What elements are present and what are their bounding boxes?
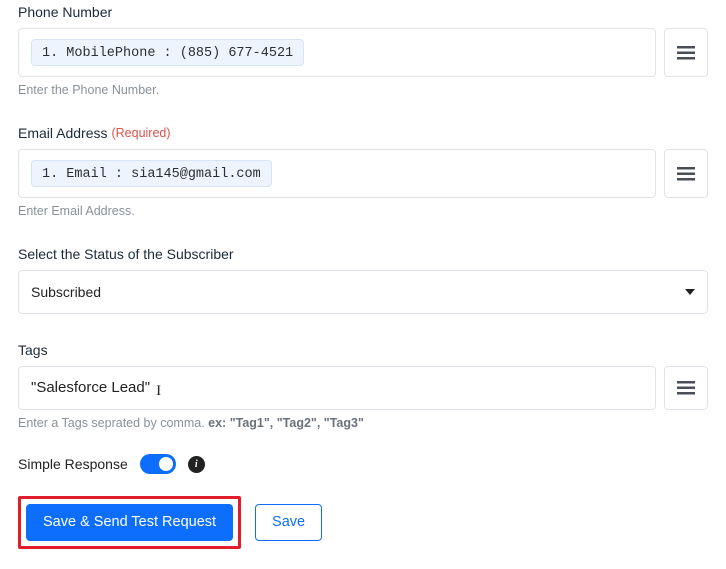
status-label: Select the Status of the Subscriber bbox=[18, 246, 708, 262]
tags-help-ex-value: "Tag1", "Tag2", "Tag3" bbox=[226, 416, 364, 430]
email-input[interactable]: 1. Email : sia145@gmail.com bbox=[18, 149, 656, 198]
save-button[interactable]: Save bbox=[255, 504, 322, 541]
tags-help-text: Enter a Tags seprated by comma. ex: "Tag… bbox=[18, 416, 708, 430]
phone-chip-text: 1. MobilePhone : (885) 677-4521 bbox=[42, 46, 293, 61]
hamburger-icon bbox=[677, 167, 695, 181]
phone-input-row: 1. MobilePhone : (885) 677-4521 bbox=[18, 28, 708, 77]
caret-down-icon bbox=[685, 289, 695, 295]
status-select[interactable]: Subscribed bbox=[18, 270, 708, 314]
hamburger-icon bbox=[677, 46, 695, 60]
tags-help-ex-label: ex: bbox=[208, 416, 226, 430]
status-field: Select the Status of the Subscriber Subs… bbox=[18, 246, 708, 314]
simple-response-label: Simple Response bbox=[18, 456, 128, 472]
phone-variables-button[interactable] bbox=[664, 28, 708, 77]
tags-help-prefix: Enter a Tags seprated by comma. bbox=[18, 416, 208, 430]
save-send-test-button[interactable]: Save & Send Test Request bbox=[26, 504, 233, 541]
primary-button-highlight: Save & Send Test Request bbox=[18, 496, 241, 549]
email-label: Email Address (Required) bbox=[18, 125, 708, 141]
tags-variables-button[interactable] bbox=[664, 366, 708, 410]
tags-input-row: "Salesforce Lead"I bbox=[18, 366, 708, 410]
status-value: Subscribed bbox=[31, 284, 101, 300]
simple-response-toggle[interactable] bbox=[140, 454, 176, 474]
status-label-text: Select the Status of the Subscriber bbox=[18, 246, 234, 262]
tags-value: "Salesforce Lead"I bbox=[31, 379, 643, 397]
email-chip-text: 1. Email : sia145@gmail.com bbox=[42, 167, 261, 182]
tags-label: Tags bbox=[18, 342, 708, 358]
email-label-text: Email Address bbox=[18, 125, 107, 141]
info-icon[interactable]: i bbox=[188, 456, 205, 473]
email-required-text: (Required) bbox=[111, 126, 170, 140]
button-row: Save & Send Test Request Save bbox=[18, 496, 322, 549]
text-cursor-icon: I bbox=[156, 383, 161, 400]
phone-help-text: Enter the Phone Number. bbox=[18, 83, 708, 97]
email-field: Email Address (Required) 1. Email : sia1… bbox=[18, 125, 708, 218]
email-input-row: 1. Email : sia145@gmail.com bbox=[18, 149, 708, 198]
email-chip[interactable]: 1. Email : sia145@gmail.com bbox=[31, 160, 272, 187]
tags-label-text: Tags bbox=[18, 342, 48, 358]
tags-field: Tags "Salesforce Lead"I Enter a Tags sep… bbox=[18, 342, 708, 430]
phone-number-field: Phone Number 1. MobilePhone : (885) 677-… bbox=[18, 4, 708, 97]
simple-response-row: Simple Response i bbox=[18, 454, 708, 474]
phone-chip[interactable]: 1. MobilePhone : (885) 677-4521 bbox=[31, 39, 304, 66]
email-help-text: Enter Email Address. bbox=[18, 204, 708, 218]
phone-input[interactable]: 1. MobilePhone : (885) 677-4521 bbox=[18, 28, 656, 77]
hamburger-icon bbox=[677, 381, 695, 395]
phone-number-label-text: Phone Number bbox=[18, 4, 112, 20]
phone-number-label: Phone Number bbox=[18, 4, 708, 20]
email-variables-button[interactable] bbox=[664, 149, 708, 198]
tags-input[interactable]: "Salesforce Lead"I bbox=[18, 366, 656, 410]
